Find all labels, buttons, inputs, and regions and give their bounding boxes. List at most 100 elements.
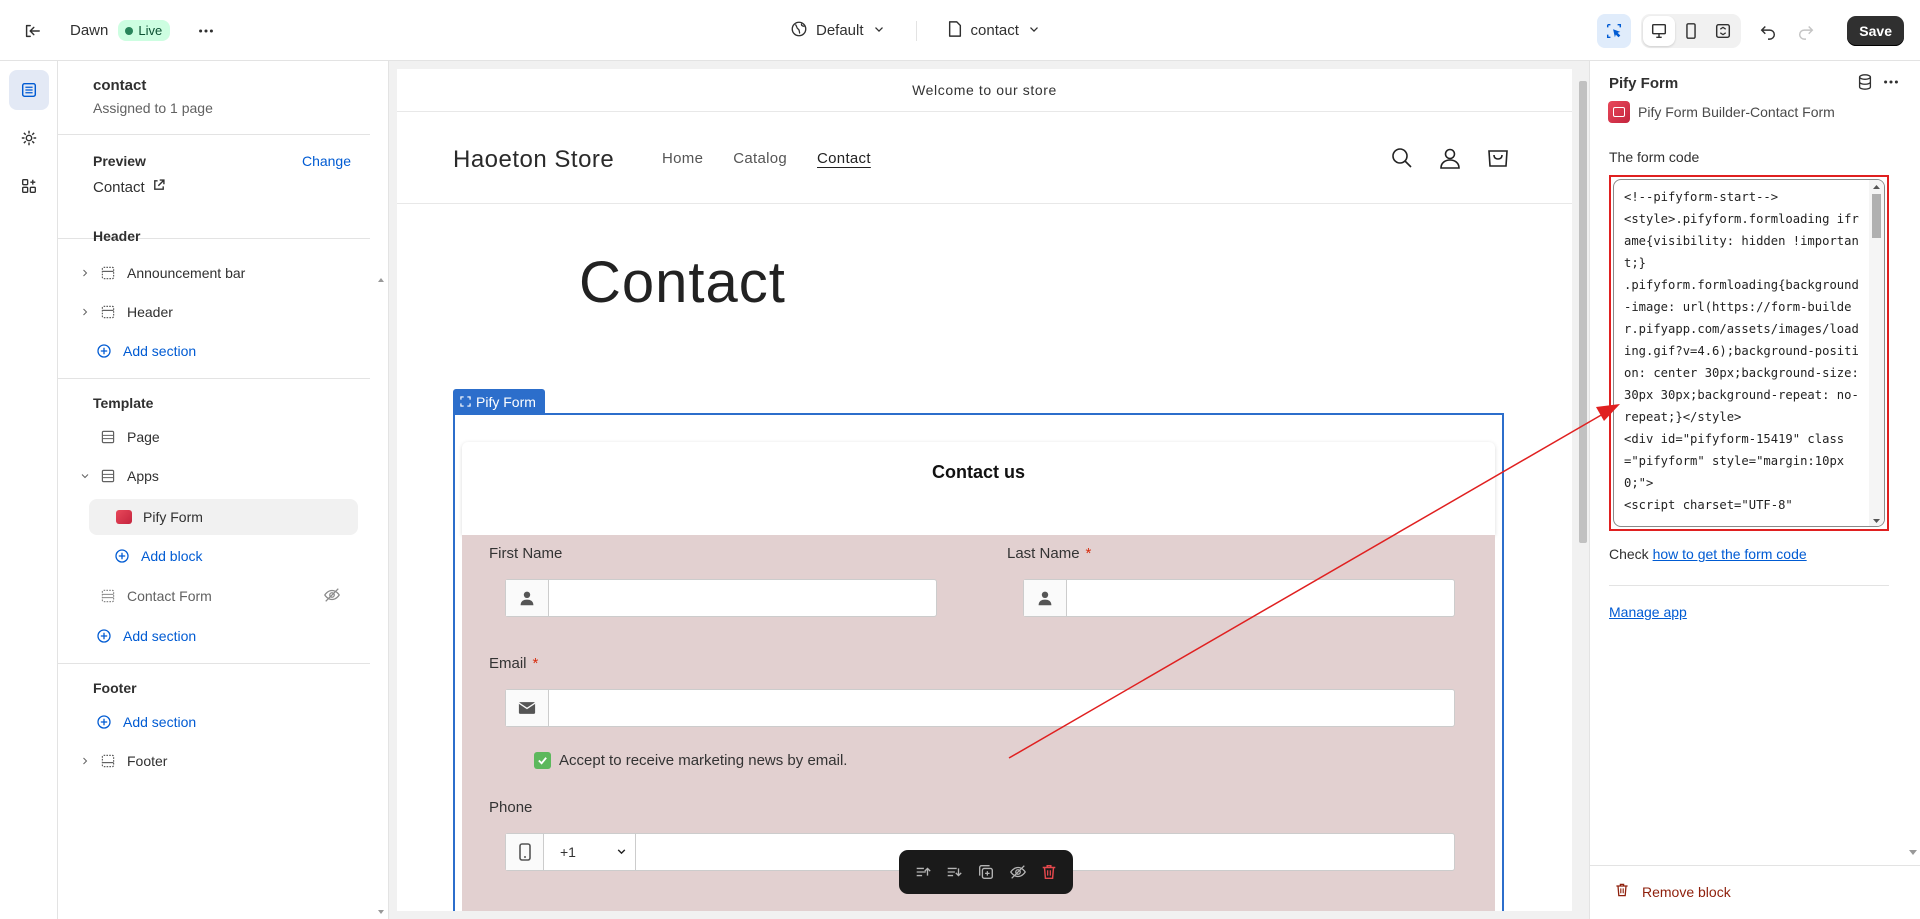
exit-icon[interactable] [18, 17, 46, 45]
duplicate-icon[interactable] [972, 858, 1000, 886]
email-field[interactable] [505, 689, 1455, 727]
page-icon [947, 20, 963, 42]
add-block[interactable]: Add block [111, 538, 379, 574]
store-header[interactable]: Haoeton Store Home Catalog Contact [397, 112, 1572, 204]
settings-gear-icon[interactable] [9, 118, 49, 158]
redo-icon[interactable] [1787, 17, 1825, 45]
block-pify-form[interactable]: Pify Form [89, 499, 358, 535]
chevron-down-icon[interactable] [77, 471, 93, 481]
textarea-scrollbar[interactable] [1869, 180, 1884, 526]
app-name: Pify Form Builder-Contact Form [1638, 104, 1835, 120]
help-text: Check how to get the form code [1609, 546, 1807, 562]
form-code-textarea[interactable]: <!--pifyform-start--> <style>.pifyform.f… [1613, 179, 1885, 527]
preview-scroll-thumb[interactable] [1579, 81, 1587, 543]
app-source: Pify Form Builder-Contact Form [1608, 101, 1835, 123]
add-section-header[interactable]: Add section [93, 333, 361, 369]
view-dropdown-label: Default [816, 22, 864, 39]
add-section-footer[interactable]: Add section [93, 704, 361, 740]
inspector-select-icon[interactable] [1597, 13, 1632, 48]
manage-app-link[interactable]: Manage app [1609, 604, 1687, 620]
checkbox-label: Accept to receive marketing news by emai… [559, 752, 848, 769]
undo-icon[interactable] [1749, 17, 1787, 45]
country-code-select[interactable]: +1 [544, 834, 636, 870]
plus-circle-icon [93, 714, 115, 730]
preview-scrollbar[interactable] [1577, 69, 1589, 911]
save-button[interactable]: Save [1847, 15, 1904, 46]
page-dropdown[interactable]: contact [947, 20, 1041, 42]
move-down-icon[interactable] [940, 858, 968, 886]
block-toolbar [899, 850, 1073, 894]
divider [58, 663, 370, 664]
store-logo-text[interactable]: Haoeton Store [453, 146, 614, 174]
hidden-eye-icon[interactable] [323, 586, 341, 607]
nav-contact[interactable]: Contact [817, 150, 871, 167]
chevron-right-icon[interactable] [77, 307, 93, 317]
sections-panel: contact Assigned to 1 page Preview Chang… [58, 61, 389, 919]
block-tag[interactable]: Pify Form [453, 389, 545, 414]
section-label: Apps [127, 468, 159, 484]
section-page[interactable]: Page [77, 419, 345, 455]
scroll-down-arrow-icon[interactable] [1908, 849, 1918, 857]
chevron-right-icon[interactable] [77, 268, 93, 278]
apps-icon[interactable] [9, 166, 49, 206]
mobile-icon[interactable] [1675, 16, 1707, 46]
section-header[interactable]: Header [77, 294, 345, 330]
page-title: contact [93, 77, 147, 94]
announcement-bar[interactable]: Welcome to our store [397, 69, 1572, 112]
panel-scrollbar[interactable] [374, 211, 388, 919]
globe-icon [790, 20, 808, 42]
divider [915, 20, 917, 41]
plus-circle-icon [111, 548, 133, 564]
country-code-value: +1 [560, 844, 576, 860]
plus-circle-icon [93, 343, 115, 359]
section-icon [97, 468, 119, 484]
how-to-link[interactable]: how to get the form code [1653, 546, 1807, 562]
delete-trash-icon[interactable] [1035, 858, 1063, 886]
database-icon[interactable] [1856, 73, 1874, 94]
chevron-down-icon [872, 22, 886, 40]
account-icon[interactable] [1438, 146, 1462, 173]
page-heading: Contact [579, 250, 786, 315]
first-name-label: First Name [489, 545, 563, 562]
chevron-down-icon [616, 844, 627, 860]
preview-link[interactable]: Contact [93, 178, 388, 196]
textarea-scroll-thumb[interactable] [1872, 194, 1881, 238]
add-section-label: Add section [123, 343, 197, 359]
phone-label: Phone [489, 799, 533, 816]
first-name-field[interactable] [505, 579, 937, 617]
divider [1609, 585, 1889, 586]
section-apps[interactable]: Apps [77, 458, 345, 494]
last-name-field[interactable] [1023, 579, 1455, 617]
plus-circle-icon [93, 628, 115, 644]
sections-icon[interactable] [9, 70, 49, 110]
section-footer[interactable]: Footer [77, 743, 345, 779]
nav-home[interactable]: Home [662, 150, 703, 167]
section-icon [97, 429, 119, 445]
nav-catalog[interactable]: Catalog [733, 150, 787, 167]
desktop-icon[interactable] [1643, 15, 1676, 46]
change-link[interactable]: Change [302, 153, 351, 169]
section-announcement-bar[interactable]: Announcement bar [77, 255, 345, 291]
fullscreen-icon[interactable] [1707, 16, 1739, 46]
chevron-right-icon[interactable] [77, 756, 93, 766]
more-actions-icon[interactable] [192, 17, 220, 45]
section-label: Header [127, 304, 173, 320]
store-nav: Home Catalog Contact [662, 150, 871, 167]
add-section-label: Add section [123, 628, 197, 644]
remove-block-button[interactable]: Remove block [1614, 882, 1731, 901]
pify-form: Contact us First Name Last Name * Email * … [462, 442, 1495, 911]
search-icon[interactable] [1390, 146, 1414, 173]
divider [58, 378, 370, 379]
add-block-label: Add block [141, 548, 203, 564]
section-contact-form[interactable]: Contact Form [77, 578, 345, 614]
view-dropdown[interactable]: Default [790, 20, 886, 42]
move-up-icon[interactable] [909, 858, 937, 886]
email-label: Email * [489, 655, 539, 672]
marketing-consent[interactable]: Accept to receive marketing news by emai… [534, 752, 847, 769]
form-code-highlight: <!--pifyform-start--> <style>.pifyform.f… [1609, 175, 1889, 531]
cart-icon[interactable] [1486, 146, 1510, 173]
checkbox-checked-icon[interactable] [534, 752, 551, 769]
more-options-icon[interactable] [1882, 73, 1900, 94]
hide-eye-icon[interactable] [1004, 858, 1032, 886]
add-section-template[interactable]: Add section [93, 618, 361, 654]
